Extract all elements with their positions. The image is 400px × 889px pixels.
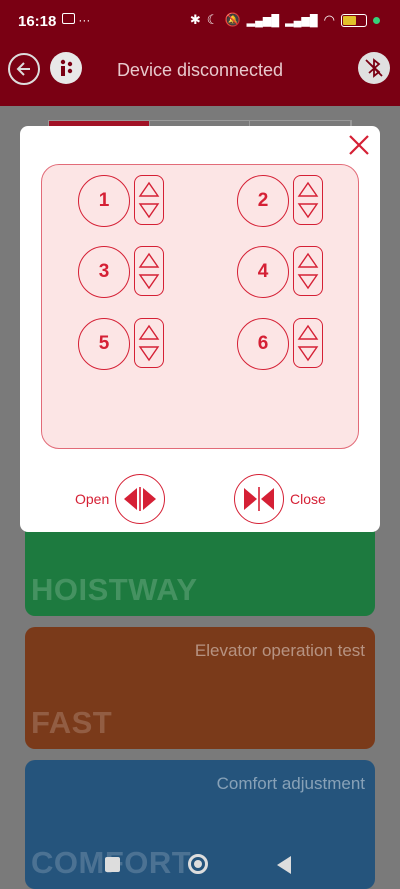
up-arrow-icon[interactable] [297, 251, 319, 269]
floor-button-3[interactable]: 3 [78, 246, 130, 298]
floor-label: 3 [98, 261, 110, 282]
close-door-control: Close [234, 474, 326, 524]
up-arrow-icon[interactable] [138, 251, 160, 269]
down-arrow-icon[interactable] [138, 345, 160, 363]
floor-call-dialog: 1 2 3 4 5 6 Open Close [20, 126, 380, 532]
floor-button-1[interactable]: 1 [78, 175, 130, 227]
mute-icon: 🔕 [224, 12, 241, 27]
down-arrow-icon[interactable] [297, 202, 319, 220]
zalo-badge-icon [62, 13, 75, 24]
floor-label: 1 [98, 190, 110, 211]
floor-updown-2 [293, 175, 323, 225]
floor-updown-1 [134, 175, 164, 225]
floor-button-4[interactable]: 4 [237, 246, 289, 298]
up-arrow-icon[interactable] [138, 323, 160, 341]
down-arrow-icon[interactable] [138, 273, 160, 291]
card-title: FAST [31, 705, 113, 740]
floor-button-5[interactable]: 5 [78, 318, 130, 370]
open-door-button[interactable] [115, 474, 166, 524]
floor-button-2[interactable]: 2 [237, 175, 289, 227]
close-button[interactable] [346, 132, 372, 158]
notification-icons: ··· [62, 13, 90, 27]
card-subtitle: Comfort adjustment [216, 774, 365, 793]
floor-panel: 1 2 3 4 5 6 [41, 164, 359, 449]
status-bar: 16:18 ··· ✱ ☾ 🔕 ▂▄▆█ ▂▄▆█ ◠ [0, 0, 400, 44]
hoistway-card[interactable]: HOISTWAY [25, 520, 375, 616]
status-icons: ✱ ☾ 🔕 ▂▄▆█ ▂▄▆█ ◠ [190, 12, 380, 28]
floor-updown-3 [134, 246, 164, 296]
status-time: 16:18 [18, 13, 57, 30]
floor-updown-5 [134, 318, 164, 368]
bluetooth-status-icon: ✱ [189, 12, 201, 27]
floor-label: 4 [257, 261, 269, 282]
status-dot [373, 16, 380, 24]
bluetooth-button[interactable] [358, 52, 390, 84]
up-arrow-icon[interactable] [138, 180, 160, 198]
door-open-icon [124, 487, 157, 511]
moon-icon: ☾ [206, 12, 219, 27]
floor-label: 5 [98, 333, 110, 354]
system-nav-bar [0, 841, 400, 889]
close-label: Close [290, 491, 326, 507]
open-label: Open [75, 491, 110, 507]
up-arrow-icon[interactable] [297, 180, 319, 198]
card-subtitle: Elevator operation test [194, 641, 365, 660]
floor-label: 2 [257, 190, 269, 211]
signal-icon-2: ▂▄▆█ [285, 14, 318, 27]
door-close-icon [244, 487, 274, 511]
fast-card[interactable]: Elevator operation test FAST [25, 627, 375, 749]
close-door-button[interactable] [234, 474, 284, 524]
signal-icon: ▂▄▆█ [246, 14, 280, 27]
wifi-icon: ◠ [323, 12, 335, 27]
bluetooth-off-icon [365, 58, 383, 78]
down-arrow-icon[interactable] [297, 273, 319, 291]
down-arrow-icon[interactable] [138, 202, 160, 220]
back-icon[interactable] [277, 856, 291, 874]
up-arrow-icon[interactable] [297, 323, 319, 341]
more-notifications: ··· [78, 13, 91, 27]
card-title: HOISTWAY [31, 572, 198, 607]
page-title: Device disconnected [116, 60, 284, 80]
down-arrow-icon[interactable] [297, 345, 319, 363]
app-bar: Device disconnected [0, 44, 400, 106]
open-door-control: Open [75, 474, 166, 524]
close-icon [349, 135, 369, 155]
recent-apps-icon[interactable] [105, 857, 120, 872]
floor-label: 6 [257, 333, 269, 354]
floor-updown-4 [293, 246, 323, 296]
floor-updown-6 [293, 318, 323, 368]
home-icon[interactable] [188, 854, 208, 874]
battery-icon [341, 13, 367, 27]
floor-button-6[interactable]: 6 [237, 318, 289, 370]
